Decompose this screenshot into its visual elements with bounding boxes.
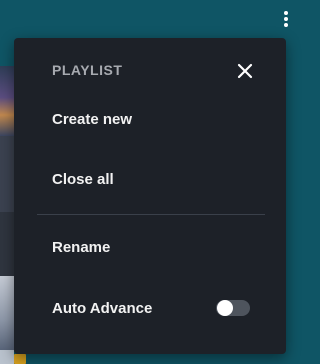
- auto-advance-toggle[interactable]: [216, 300, 250, 316]
- thumbnail-image[interactable]: [0, 350, 14, 364]
- thumbnail-image[interactable]: [0, 136, 14, 212]
- thumbnail-image[interactable]: [0, 276, 14, 350]
- menu-item-create-new[interactable]: Create new: [14, 99, 286, 139]
- more-dot: [284, 11, 288, 15]
- playlist-menu: PLAYLIST Create new Close all Rename Aut…: [14, 38, 286, 354]
- menu-item-close-all[interactable]: Close all: [14, 159, 286, 199]
- menu-item-label: Close all: [52, 170, 114, 188]
- thumbnail-image[interactable]: [0, 212, 14, 276]
- menu-divider: [37, 214, 265, 215]
- menu-item-label: Rename: [52, 238, 111, 256]
- toggle-knob: [217, 300, 233, 316]
- more-dot: [284, 17, 288, 21]
- selected-thumbnail-frame: [14, 354, 26, 364]
- menu-item-rename[interactable]: Rename: [14, 227, 286, 267]
- background-thumbnail-strip: [0, 66, 14, 364]
- menu-item-label: Create new: [52, 110, 133, 128]
- menu-header: PLAYLIST: [14, 38, 286, 102]
- menu-item-label: Auto Advance: [52, 299, 153, 317]
- menu-item-auto-advance[interactable]: Auto Advance: [14, 288, 286, 328]
- more-options-icon[interactable]: [279, 8, 293, 30]
- thumbnail-image[interactable]: [0, 66, 14, 136]
- close-button[interactable]: [234, 60, 256, 82]
- close-icon: [237, 63, 253, 79]
- menu-title: PLAYLIST: [52, 62, 123, 78]
- more-dot: [284, 23, 288, 27]
